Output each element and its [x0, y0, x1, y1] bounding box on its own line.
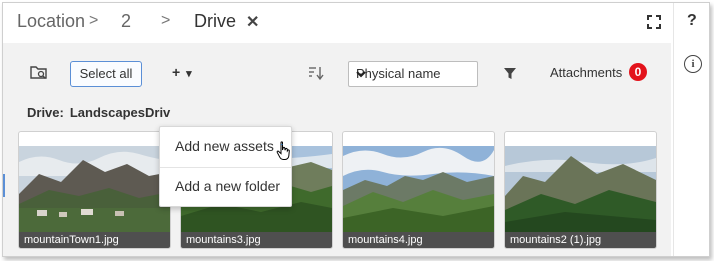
filter-icon[interactable] — [504, 67, 516, 85]
breadcrumb-location[interactable]: Location — [17, 11, 85, 32]
close-icon[interactable]: ✕ — [246, 12, 259, 32]
info-icon[interactable]: i — [684, 55, 702, 73]
folder-search-icon[interactable] — [30, 65, 48, 86]
attachments-count-badge: 0 — [629, 63, 647, 81]
add-menu-button[interactable]: + ▾ — [172, 64, 192, 80]
drive-label: Drive: LandscapesDriv — [27, 105, 170, 120]
attachments-label[interactable]: Attachments — [550, 65, 622, 80]
selection-indicator — [3, 174, 5, 197]
menu-item-add-new-folder[interactable]: Add a new folder — [160, 167, 291, 203]
asset-card[interactable]: mountains4.jpg — [342, 131, 495, 249]
add-menu-dropdown: Add new assets Add a new folder — [159, 126, 292, 207]
asset-browser-window: Location > 2 > Drive ✕ ? i Select all + … — [2, 2, 710, 257]
asset-thumbnail — [343, 146, 494, 232]
breadcrumb-separator: > — [161, 12, 171, 29]
help-icon[interactable]: ? — [687, 12, 697, 30]
sort-select[interactable]: Physical name — [348, 61, 478, 87]
asset-filename: mountains2 (1).jpg — [505, 232, 656, 248]
menu-item-add-new-assets[interactable]: Add new assets — [160, 128, 291, 164]
asset-card[interactable]: mountains2 (1).jpg — [504, 131, 657, 249]
drive-label-value: LandscapesDriv — [69, 105, 171, 120]
breadcrumb-separator: > — [89, 12, 99, 29]
right-rail: ? i — [673, 3, 709, 256]
sort-icon[interactable] — [307, 65, 325, 86]
asset-thumbnail — [505, 146, 656, 232]
asset-filename: mountainTown1.jpg — [19, 232, 170, 248]
breadcrumb-2[interactable]: 2 — [121, 11, 131, 32]
drive-label-key: Drive: — [27, 105, 64, 120]
chevron-down-icon — [356, 67, 471, 82]
breadcrumb-drive: Drive — [194, 11, 237, 31]
asset-card[interactable]: mountainTown1.jpg — [18, 131, 171, 249]
header-bar: Location > 2 > Drive ✕ — [3, 3, 671, 43]
asset-filename: mountains3.jpg — [181, 232, 332, 248]
expand-icon[interactable] — [647, 15, 661, 34]
select-all-button[interactable]: Select all — [70, 61, 142, 87]
hand-cursor-icon — [276, 141, 292, 166]
chevron-down-icon: ▾ — [186, 68, 192, 80]
plus-icon: + — [172, 64, 181, 80]
asset-thumbnail — [19, 146, 170, 232]
main-panel: Select all + ▾ Physical name Attachments — [3, 43, 671, 256]
asset-filename: mountains4.jpg — [343, 232, 494, 248]
